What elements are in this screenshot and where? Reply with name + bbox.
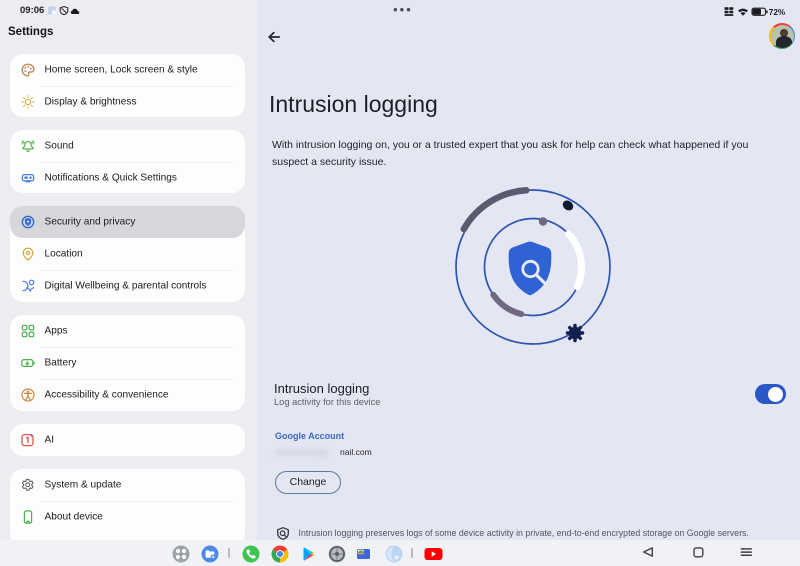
- svg-text:72%: 72%: [769, 8, 786, 17]
